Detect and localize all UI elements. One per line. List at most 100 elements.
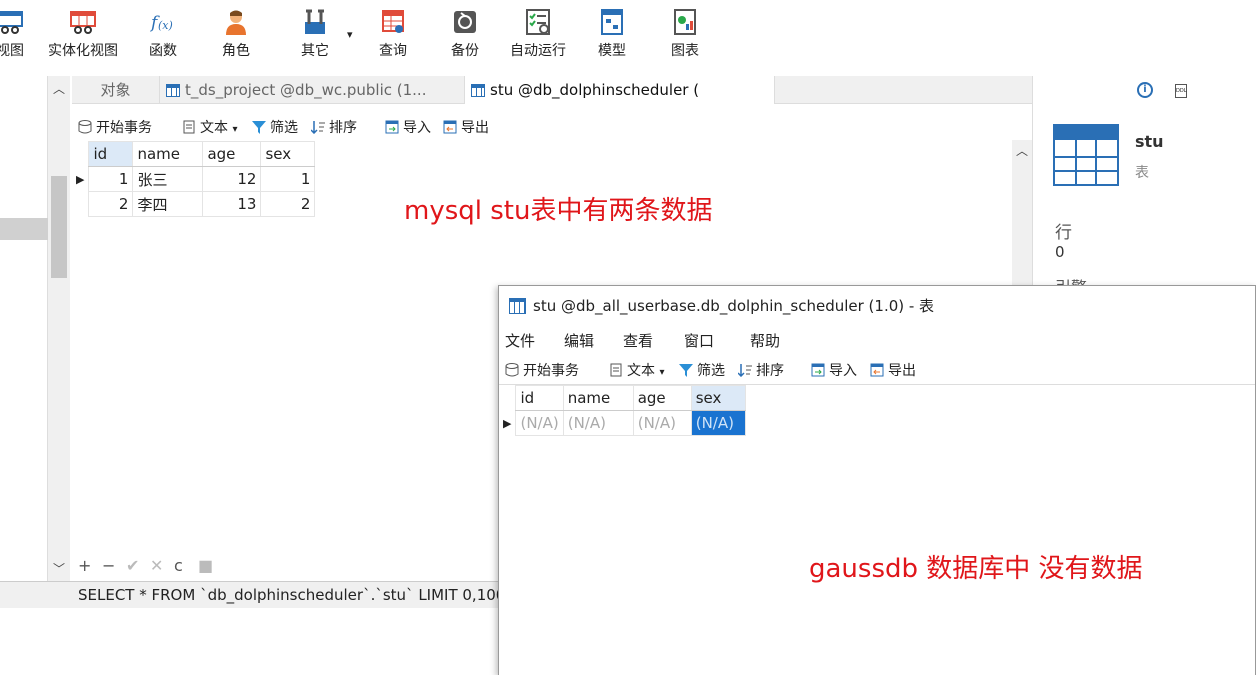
menu-file[interactable]: 文件 bbox=[505, 330, 535, 351]
menu-help[interactable]: 帮助 bbox=[750, 330, 780, 351]
other-label: 其它 bbox=[301, 43, 329, 59]
left-scrollbar[interactable]: ︿ ﹀ bbox=[48, 76, 70, 581]
column-header-id[interactable]: id bbox=[88, 141, 134, 167]
import-button[interactable]: 导入 bbox=[385, 117, 431, 137]
gaussdb-grid-area[interactable]: id name age sex ▶ (N/A) (N/A) (N/A) (N/A… bbox=[499, 384, 1255, 675]
import-label: 导入 bbox=[829, 363, 857, 379]
export-button[interactable]: 导出 bbox=[443, 117, 489, 137]
table-large-icon bbox=[1053, 124, 1119, 186]
cell[interactable]: (N/A) bbox=[632, 410, 692, 436]
cell[interactable]: 1 bbox=[88, 166, 134, 192]
menu-view[interactable]: 查看 bbox=[623, 330, 653, 351]
cell[interactable]: 张三 bbox=[132, 166, 204, 192]
begin-transaction-button[interactable]: 开始事务 bbox=[78, 117, 152, 137]
current-row-icon: ▶ bbox=[503, 416, 512, 430]
ddl-icon[interactable]: DDL bbox=[1175, 84, 1187, 98]
cell[interactable]: 2 bbox=[260, 191, 316, 217]
add-record-button[interactable]: + bbox=[78, 556, 91, 575]
materialized-view-icon bbox=[70, 11, 96, 34]
filter-icon bbox=[679, 364, 693, 377]
window-titlebar[interactable]: stu @db_all_userbase.db_dolphin_schedule… bbox=[499, 286, 1255, 326]
row-indicator bbox=[72, 192, 89, 217]
info-icon[interactable]: i bbox=[1137, 82, 1153, 98]
role-button[interactable]: 角色 bbox=[222, 8, 250, 60]
cell[interactable]: 12 bbox=[202, 166, 262, 192]
selected-cell[interactable]: (N/A) bbox=[690, 410, 746, 436]
column-header-id[interactable]: id bbox=[515, 385, 564, 411]
mysql-data-grid[interactable]: id name age sex ▶ 1 张三 12 1 2 李四 13 2 bbox=[72, 141, 316, 217]
view-label: 视图 bbox=[0, 43, 24, 59]
table-row[interactable]: 2 李四 13 2 bbox=[72, 191, 316, 217]
grid-scroll-up-icon[interactable]: ︿ bbox=[1016, 142, 1028, 159]
view-button[interactable]: 视图 bbox=[0, 8, 24, 60]
import-button[interactable]: 导入 bbox=[811, 360, 857, 380]
text-icon bbox=[183, 120, 195, 134]
model-button[interactable]: 模型 bbox=[598, 8, 626, 60]
function-label: 函数 bbox=[149, 43, 177, 59]
column-header-sex[interactable]: sex bbox=[260, 141, 316, 167]
menu-edit[interactable]: 编辑 bbox=[564, 330, 594, 351]
function-button[interactable]: f (x) 函数 bbox=[149, 8, 177, 60]
auto-run-button[interactable]: 自动运行 bbox=[510, 8, 566, 60]
gaussdb-table-window: stu @db_all_userbase.db_dolphin_schedule… bbox=[498, 285, 1256, 675]
delete-record-button[interactable]: − bbox=[102, 556, 115, 575]
chart-button[interactable]: 图表 bbox=[671, 8, 699, 60]
discard-button[interactable]: ✕ bbox=[150, 556, 163, 575]
filter-button[interactable]: 筛选 bbox=[679, 360, 725, 380]
backup-button[interactable]: 备份 bbox=[451, 8, 479, 60]
sort-label: 排序 bbox=[756, 363, 784, 379]
svg-text:(x): (x) bbox=[158, 19, 173, 32]
filter-button[interactable]: 筛选 bbox=[252, 117, 298, 137]
column-header-age[interactable]: age bbox=[632, 385, 692, 411]
cell[interactable]: 2 bbox=[88, 191, 134, 217]
column-header-sex[interactable]: sex bbox=[690, 385, 746, 411]
export-icon bbox=[443, 120, 457, 134]
tab-stu-mysql[interactable]: stu @db_dolphinscheduler ( bbox=[465, 76, 775, 104]
refresh-button[interactable]: c bbox=[174, 556, 183, 575]
materialized-view-button[interactable]: 实体化视图 bbox=[48, 8, 118, 60]
text-dropdown-icon[interactable]: ▾ bbox=[232, 124, 237, 135]
text-button[interactable]: 文本 ▾ bbox=[609, 360, 664, 380]
cell[interactable]: 13 bbox=[202, 191, 262, 217]
cell[interactable]: (N/A) bbox=[515, 410, 564, 436]
scroll-thumb[interactable] bbox=[51, 176, 67, 278]
cell[interactable]: 李四 bbox=[132, 191, 204, 217]
export-button[interactable]: 导出 bbox=[870, 360, 916, 380]
object-tree-panel[interactable] bbox=[0, 76, 48, 606]
tab-stu-mysql-label: stu @db_dolphinscheduler ( bbox=[490, 81, 700, 99]
sort-button[interactable]: 排序 bbox=[738, 360, 784, 380]
stop-button[interactable]: ■ bbox=[198, 556, 213, 575]
gaussdb-data-grid[interactable]: id name age sex ▶ (N/A) (N/A) (N/A) (N/A… bbox=[499, 385, 746, 436]
table-row[interactable]: ▶ 1 张三 12 1 bbox=[72, 166, 316, 192]
sort-button[interactable]: 排序 bbox=[311, 117, 357, 137]
tab-t-ds-project[interactable]: t_ds_project @db_wc.public (1... bbox=[160, 76, 465, 104]
selected-tree-item[interactable] bbox=[0, 218, 48, 240]
export-icon bbox=[870, 363, 884, 377]
chart-label: 图表 bbox=[671, 43, 699, 59]
column-header-age[interactable]: age bbox=[202, 141, 262, 167]
object-info-panel: i DDL stu 表 行 0 引擎 bbox=[1032, 76, 1256, 291]
scroll-down-icon[interactable]: ﹀ bbox=[53, 560, 65, 577]
tab-objects[interactable]: 对象 bbox=[72, 76, 160, 104]
table-row[interactable]: ▶ (N/A) (N/A) (N/A) (N/A) bbox=[499, 410, 746, 436]
column-header-name[interactable]: name bbox=[132, 141, 204, 167]
other-button[interactable]: 其它 bbox=[301, 8, 329, 60]
apply-button[interactable]: ✔ bbox=[126, 556, 139, 575]
scroll-up-icon[interactable]: ︿ bbox=[53, 80, 65, 97]
object-name: stu bbox=[1135, 132, 1164, 151]
other-dropdown-arrow[interactable]: ▾ bbox=[347, 28, 353, 41]
cell[interactable]: 1 bbox=[260, 166, 316, 192]
rows-value: 0 bbox=[1055, 243, 1065, 261]
model-label: 模型 bbox=[598, 43, 626, 59]
cell[interactable]: (N/A) bbox=[562, 410, 634, 436]
column-header-name[interactable]: name bbox=[562, 385, 634, 411]
role-icon bbox=[226, 10, 246, 35]
text-button[interactable]: 文本 ▾ bbox=[182, 117, 237, 137]
chart-icon bbox=[674, 9, 696, 35]
table-icon bbox=[166, 84, 180, 97]
menu-window[interactable]: 窗口 bbox=[684, 330, 714, 351]
query-button[interactable]: 查询 bbox=[379, 8, 407, 60]
window-title: stu @db_all_userbase.db_dolphin_schedule… bbox=[533, 297, 935, 315]
begin-transaction-button[interactable]: 开始事务 bbox=[505, 360, 579, 380]
text-dropdown-icon[interactable]: ▾ bbox=[659, 367, 664, 378]
